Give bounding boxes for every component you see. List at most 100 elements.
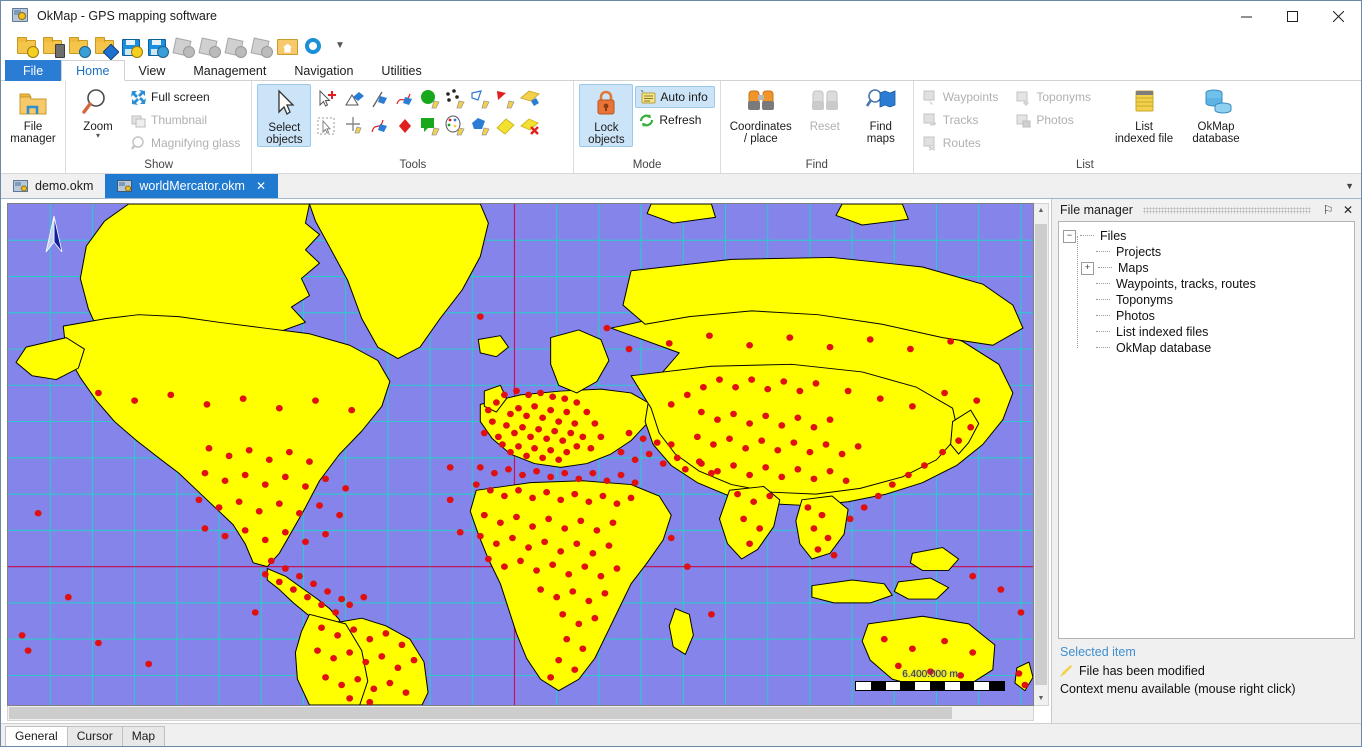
qat-overflow-icon[interactable]: ▼	[335, 40, 345, 51]
create-points-icon[interactable]	[444, 88, 468, 112]
file-manager-tree[interactable]: − Files Projects + Maps	[1058, 221, 1355, 639]
move-object-icon[interactable]	[344, 115, 368, 139]
map-canvas[interactable]: 6.400.000 m	[7, 203, 1034, 706]
map-vertical-scrollbar[interactable]: ▲ ▼	[1034, 203, 1049, 706]
maximize-button[interactable]	[1269, 1, 1315, 31]
expand-toggle-maps[interactable]: +	[1081, 262, 1094, 275]
panel-drag-handle[interactable]	[1143, 207, 1311, 214]
pin-icon[interactable]: ⚐	[1321, 203, 1335, 217]
coordinates-place-button[interactable]: Coordinates / place	[726, 84, 796, 145]
open-project-icon[interactable]	[15, 34, 39, 58]
ribbon-tab-view[interactable]: View	[125, 60, 180, 81]
ribbon-tab-management[interactable]: Management	[179, 60, 280, 81]
ribbon-tab-home[interactable]: Home	[61, 60, 124, 81]
file-manager-header: File manager ⚐ ✕	[1052, 199, 1361, 221]
tree-node-photos[interactable]: Photos	[1081, 308, 1350, 324]
group-label-show: Show	[71, 158, 246, 173]
zoom-button[interactable]: Zoom ▾	[71, 84, 125, 139]
lock-objects-button[interactable]: Lock objects	[579, 84, 633, 147]
toponyms-label: Toponyms	[1036, 90, 1091, 104]
tree-node-maps[interactable]: + Maps	[1081, 260, 1350, 276]
okmap-database-button[interactable]: OkMap database	[1181, 84, 1251, 145]
close-button[interactable]	[1315, 1, 1361, 31]
create-sector-icon[interactable]	[494, 88, 518, 112]
okmap-database-label-2: database	[1192, 133, 1239, 145]
create-measure-icon[interactable]	[494, 115, 518, 139]
select-objects-button[interactable]: Select objects	[257, 84, 311, 147]
scroll-up-icon[interactable]: ▲	[1034, 204, 1048, 217]
select-rect-icon[interactable]	[315, 115, 339, 139]
full-screen-button[interactable]: Full screen	[127, 86, 246, 108]
file-manager-button[interactable]: File manager	[6, 84, 60, 145]
map-horizontal-scrollbar[interactable]	[7, 706, 1034, 721]
horizontal-scroll-thumb[interactable]	[9, 707, 952, 719]
settings-gear-icon[interactable]	[301, 34, 325, 58]
create-circle-icon[interactable]	[419, 88, 443, 112]
create-polygon-icon[interactable]	[469, 115, 493, 139]
tree-label-waypoints-tracks-routes: Waypoints, tracks, routes	[1116, 277, 1256, 291]
list-indexed-file-button[interactable]: List indexed file	[1109, 84, 1179, 145]
tree-node-list-indexed-files[interactable]: List indexed files	[1081, 324, 1350, 340]
create-polyline-icon[interactable]	[469, 88, 493, 112]
document-tab-worldmercator-label: worldMercator.okm	[139, 179, 245, 193]
send-map-4-icon	[249, 34, 273, 58]
list-column-2: Toponyms Photos	[1012, 84, 1097, 154]
open-device-icon[interactable]	[41, 34, 65, 58]
home-folder-icon[interactable]	[275, 34, 299, 58]
map-waypoints	[8, 204, 1033, 705]
ribbon-tab-navigation[interactable]: Navigation	[280, 60, 367, 81]
tools-select-column	[313, 84, 341, 140]
create-palette-icon[interactable]	[444, 115, 468, 139]
open-web-icon[interactable]	[67, 34, 91, 58]
save-project-icon[interactable]	[119, 34, 143, 58]
find-maps-label-2: maps	[867, 133, 895, 145]
expand-toggle-files[interactable]: −	[1063, 230, 1076, 243]
minimize-button[interactable]	[1223, 1, 1269, 31]
create-flag-icon[interactable]	[369, 88, 393, 112]
create-rect-icon[interactable]	[519, 88, 543, 112]
status-tab-map[interactable]: Map	[122, 726, 165, 746]
tree-connector	[1096, 331, 1110, 333]
auto-info-button[interactable]: Auto info	[635, 86, 714, 108]
list-column-1: Waypoints Tracks	[919, 84, 1005, 154]
document-tab-worldmercator[interactable]: worldMercator.okm ✕	[105, 174, 278, 198]
scroll-down-icon[interactable]: ▼	[1034, 692, 1048, 705]
refresh-button[interactable]: Refresh	[635, 109, 714, 131]
status-tab-general[interactable]: General	[5, 726, 68, 746]
okmap-icon	[12, 8, 28, 24]
panel-close-icon[interactable]: ✕	[1341, 203, 1355, 217]
tree-node-okmap-database[interactable]: OkMap database	[1081, 340, 1350, 356]
edit-track-icon[interactable]	[369, 115, 393, 139]
open-recent-icon[interactable]	[93, 34, 117, 58]
quick-access-toolbar: ▼	[1, 31, 1361, 60]
create-waypoint-icon[interactable]	[394, 115, 418, 139]
create-route-icon[interactable]	[394, 88, 418, 112]
tree-node-files[interactable]: − Files	[1063, 228, 1350, 244]
tracks-label: Tracks	[943, 113, 979, 127]
tree-node-waypoints-tracks-routes[interactable]: Waypoints, tracks, routes	[1081, 276, 1350, 292]
document-tab-close-icon[interactable]: ✕	[256, 179, 266, 193]
zoom-caret-icon[interactable]: ▾	[96, 133, 100, 139]
document-tab-strip: demo.okm worldMercator.okm ✕ ▼	[1, 174, 1361, 199]
create-area-icon[interactable]	[344, 88, 368, 112]
status-tab-cursor[interactable]: Cursor	[67, 726, 123, 746]
tree-node-toponyms[interactable]: Toponyms	[1081, 292, 1350, 308]
tools-icon-grid	[343, 84, 568, 140]
save-web-icon[interactable]	[145, 34, 169, 58]
tree-node-projects[interactable]: Projects	[1081, 244, 1350, 260]
document-tab-demo[interactable]: demo.okm	[1, 174, 105, 198]
find-maps-button[interactable]: Find maps	[854, 84, 908, 145]
ribbon-tab-utilities[interactable]: Utilities	[367, 60, 435, 81]
create-note-icon[interactable]	[419, 115, 443, 139]
ribbon-tab-file[interactable]: File	[5, 60, 61, 81]
select-add-icon[interactable]	[315, 88, 339, 112]
map-scale-bar: 6.400.000 m	[855, 669, 1005, 691]
send-map-3-icon	[223, 34, 247, 58]
vertical-scroll-thumb[interactable]	[1035, 224, 1047, 685]
context-menu-hint-row: Context menu available (mouse right clic…	[1060, 680, 1353, 698]
file-manager-title: File manager	[1060, 203, 1133, 217]
document-tabs-overflow-icon[interactable]: ▼	[1345, 174, 1354, 198]
refresh-label: Refresh	[659, 113, 701, 127]
show-options-list: Full screen Thumbnail	[127, 84, 246, 154]
delete-object-icon[interactable]	[519, 115, 543, 139]
